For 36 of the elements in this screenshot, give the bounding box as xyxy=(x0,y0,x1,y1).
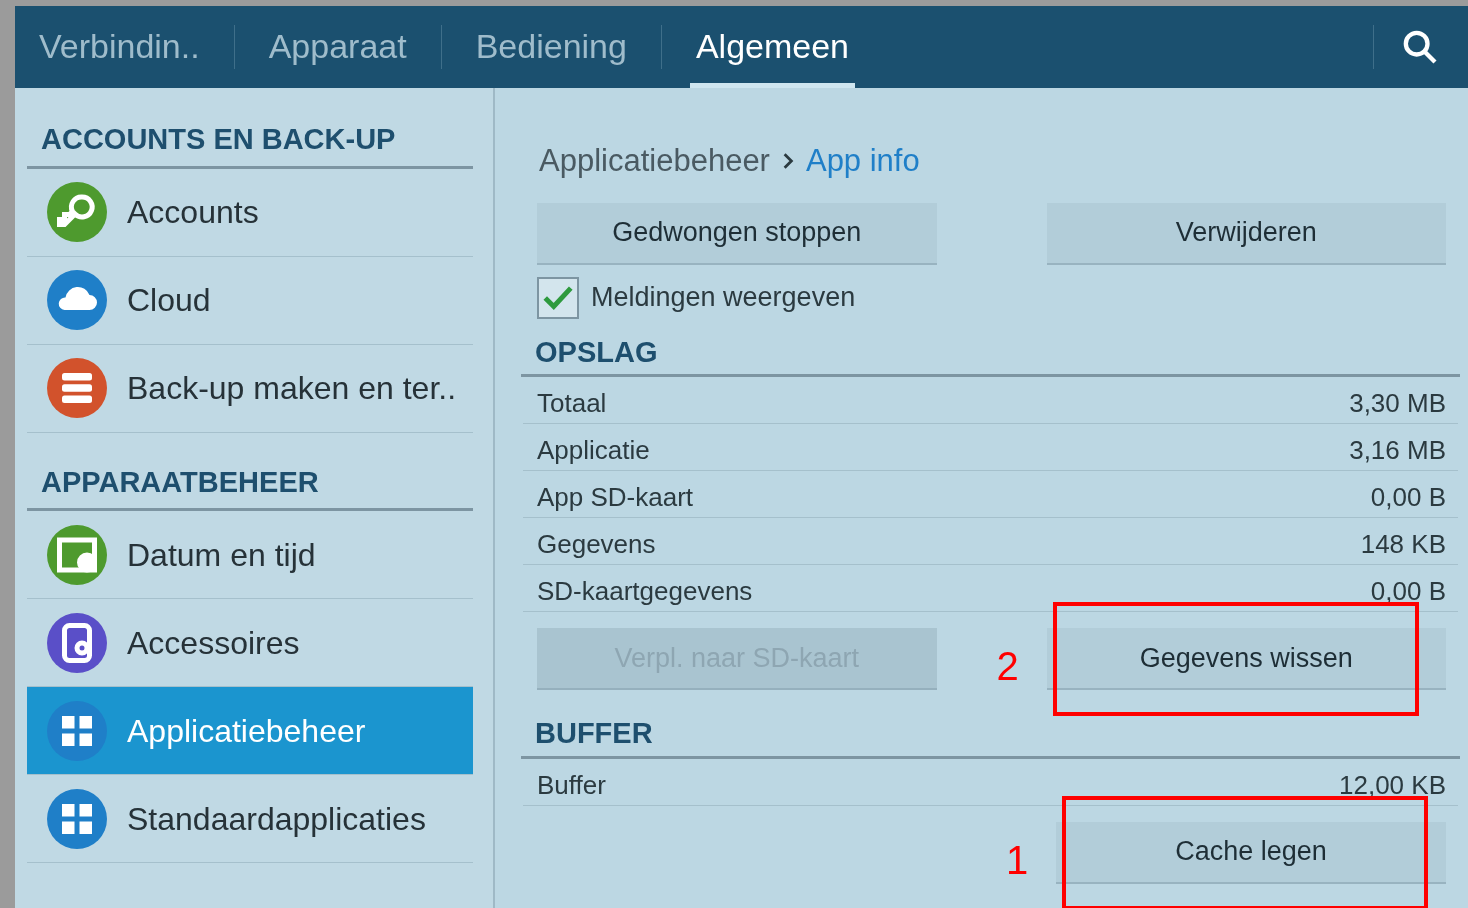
sidebar-item[interactable]: Accounts xyxy=(27,168,473,257)
breadcrumb-parent[interactable]: Applicatiebeheer xyxy=(539,138,770,185)
step-number: 2 xyxy=(996,643,1019,690)
section-heading: APPARAATBEHEER xyxy=(41,465,319,498)
checkbox-label: Meldingen weergeven xyxy=(591,281,856,315)
sidebar-item[interactable]: Cloud xyxy=(27,256,473,345)
storage-value: 3,30 MB xyxy=(1349,387,1446,420)
section-heading: OPSLAG xyxy=(535,335,658,368)
action-button[interactable]: Verwijderen xyxy=(1046,202,1446,265)
storage-value: 3,16 MB xyxy=(1349,434,1446,467)
section-heading: ACCOUNTS EN BACK-UP xyxy=(41,123,396,155)
sidebar-item[interactable]: Datum en tijd xyxy=(27,511,473,599)
tab[interactable]: Verbindin.. xyxy=(33,6,206,88)
storage-value: 148 KB xyxy=(1360,528,1446,561)
action-button[interactable]: Gegevens wissen xyxy=(1046,628,1446,690)
checkbox[interactable] xyxy=(537,276,579,319)
tab[interactable]: Bediening xyxy=(469,6,633,88)
tab[interactable]: Algemeen xyxy=(689,6,856,88)
storage-label: SD-kaartgegevens xyxy=(537,575,753,608)
storage-value: 12,00 KB xyxy=(1339,768,1446,802)
breadcrumb-current: App info xyxy=(805,142,920,180)
step-number: 1 xyxy=(1006,836,1029,884)
sidebar-item[interactable]: Back-up maken en ter.. xyxy=(27,344,473,433)
action-button[interactable]: Gedwongen stoppen xyxy=(537,202,937,265)
storage-label: App SD-kaart xyxy=(537,481,694,514)
sidebar-item[interactable]: Standaardapplicaties xyxy=(27,775,473,863)
chevron-icon xyxy=(781,152,794,171)
action-button[interactable]: Cache legen xyxy=(1056,821,1446,884)
section-heading: BUFFER xyxy=(535,717,653,749)
storage-value: 0,00 B xyxy=(1370,481,1446,514)
storage-label: Buffer xyxy=(537,768,606,802)
storage-label: Gegevens xyxy=(537,528,656,561)
storage-value: 0,00 B xyxy=(1370,575,1446,608)
storage-label: Applicatie xyxy=(537,434,650,467)
tab[interactable]: Apparaat xyxy=(262,6,413,88)
storage-label: Totaal xyxy=(537,387,607,420)
